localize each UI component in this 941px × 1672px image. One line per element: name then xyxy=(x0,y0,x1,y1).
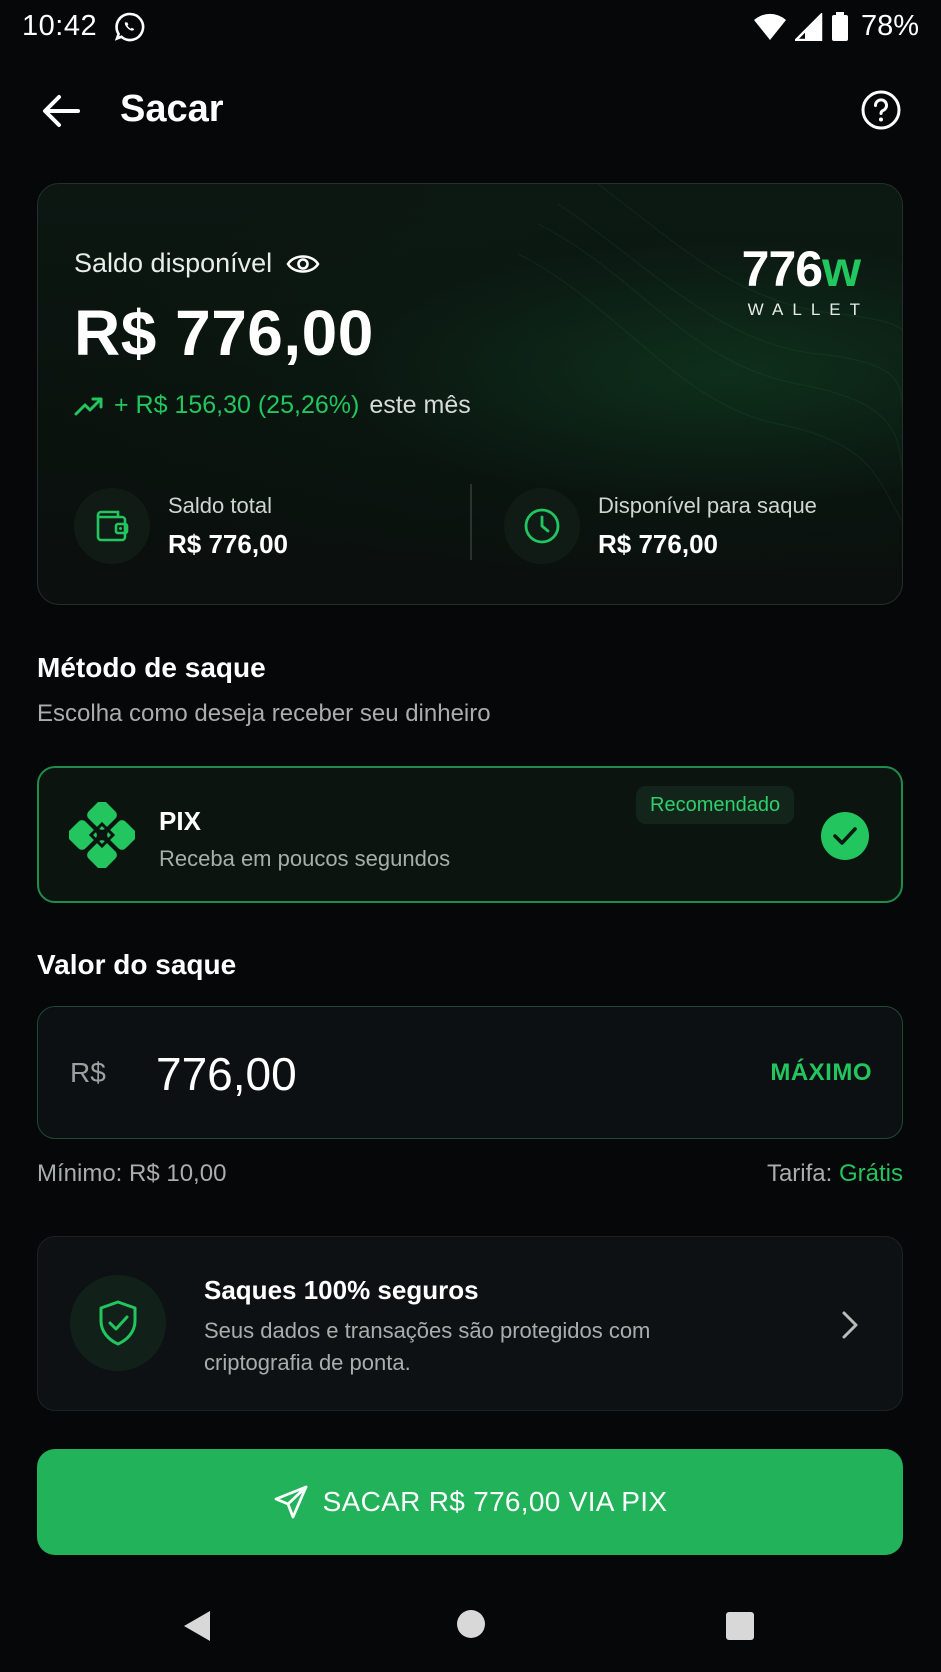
amount-section-title: Valor do saque xyxy=(37,949,237,980)
total-balance-text: Saldo total R$ 776,00 xyxy=(168,493,288,560)
shield-check-icon xyxy=(99,1300,137,1346)
balance-label-text: Saldo disponível xyxy=(74,248,273,278)
pix-logo-icon xyxy=(69,802,135,868)
amount-value[interactable]: 776,00 xyxy=(156,1047,297,1101)
fee-value: Grátis xyxy=(838,1160,903,1187)
method-section-subtitle: Escolha como deseja receber seu dinheiro xyxy=(37,700,491,727)
currency-prefix: R$ xyxy=(70,1057,106,1088)
growth-value: + R$ 156,30 (25,26%) xyxy=(114,391,360,419)
minimum-amount: Mínimo: R$ 10,00 xyxy=(37,1160,227,1187)
battery-icon xyxy=(831,11,848,41)
total-balance-value: R$ 776,00 xyxy=(168,528,288,559)
help-circle-icon xyxy=(861,90,901,130)
wallet-logo-mark: 776w xyxy=(741,241,861,297)
total-balance-stat: Saldo total R$ 776,00 xyxy=(74,486,288,566)
selected-check xyxy=(821,812,869,860)
method-section-title: Método de saque xyxy=(37,652,266,683)
wifi-icon xyxy=(753,13,786,40)
system-nav-bar xyxy=(0,1590,941,1672)
pix-method-description: Receba em poucos segundos xyxy=(159,846,451,871)
max-amount-button[interactable]: MÁXIMO xyxy=(770,1059,872,1087)
withdraw-button-label: SACAR R$ 776,00 VIA PIX xyxy=(322,1486,668,1517)
help-button[interactable] xyxy=(857,86,905,134)
available-balance-text: Disponível para saque R$ 776,00 xyxy=(598,493,817,560)
available-balance-value: R$ 776,00 xyxy=(598,528,718,559)
send-icon xyxy=(274,1485,308,1519)
withdraw-screen: 10:42 78% Sacar Saldo disponível R$ 776,… xyxy=(0,0,941,1672)
wallet-icon xyxy=(96,510,129,542)
fee-info: Tarifa: Grátis xyxy=(767,1160,903,1188)
pix-method-option[interactable]: PIX Receba em poucos segundos Recomendad… xyxy=(37,766,903,903)
signal-icon xyxy=(794,12,823,41)
shield-icon-badge xyxy=(70,1275,166,1371)
wallet-icon-badge xyxy=(74,488,150,564)
check-icon xyxy=(833,827,857,845)
status-bar: 10:42 78% xyxy=(0,0,941,56)
security-info-card[interactable]: Saques 100% seguros Seus dados e transaç… xyxy=(37,1236,903,1411)
chevron-right-icon xyxy=(842,1311,858,1339)
nav-back-icon[interactable] xyxy=(180,1608,214,1644)
balance-label: Saldo disponível xyxy=(74,248,320,279)
status-icons: 78% xyxy=(753,10,919,43)
security-description: Seus dados e transações são protegidos c… xyxy=(204,1318,651,1375)
clock-icon-badge xyxy=(504,488,580,564)
wallet-logo-subtitle: WALLET xyxy=(747,300,869,319)
eye-icon[interactable] xyxy=(286,251,320,277)
top-bar: Sacar xyxy=(0,70,941,150)
fee-label: Tarifa: xyxy=(766,1160,833,1187)
nav-recents-icon[interactable] xyxy=(724,1610,756,1642)
whatsapp-notification-icon xyxy=(114,12,145,42)
amount-input[interactable]: R$ 776,00 MÁXIMO xyxy=(37,1006,903,1139)
pix-method-name: PIX xyxy=(159,806,201,836)
nav-home-icon[interactable] xyxy=(455,1608,487,1640)
security-title: Saques 100% seguros xyxy=(204,1275,479,1305)
balance-amount: R$ 776,00 xyxy=(74,297,374,369)
wallet-logo: 776w WALLET xyxy=(741,241,861,320)
trending-up-icon xyxy=(74,397,103,415)
clock-icon xyxy=(524,508,560,544)
available-balance-label: Disponível para saque xyxy=(598,492,817,518)
page-title: Sacar xyxy=(120,88,224,130)
monthly-growth: + R$ 156,30 (25,26%) este mês xyxy=(74,391,471,420)
status-time: 10:42 xyxy=(22,10,98,42)
back-button[interactable] xyxy=(36,86,86,136)
growth-period: este mês xyxy=(369,391,471,419)
balance-card: Saldo disponível R$ 776,00 + R$ 156,30 (… xyxy=(37,183,903,605)
withdraw-button[interactable]: SACAR R$ 776,00 VIA PIX xyxy=(37,1449,903,1555)
total-balance-label: Saldo total xyxy=(168,492,272,518)
battery-percent: 78% xyxy=(860,10,919,42)
recommended-badge: Recomendado xyxy=(636,786,795,824)
arrow-left-icon xyxy=(43,95,80,127)
available-balance-stat: Disponível para saque R$ 776,00 xyxy=(504,486,817,566)
stat-divider xyxy=(470,484,472,560)
